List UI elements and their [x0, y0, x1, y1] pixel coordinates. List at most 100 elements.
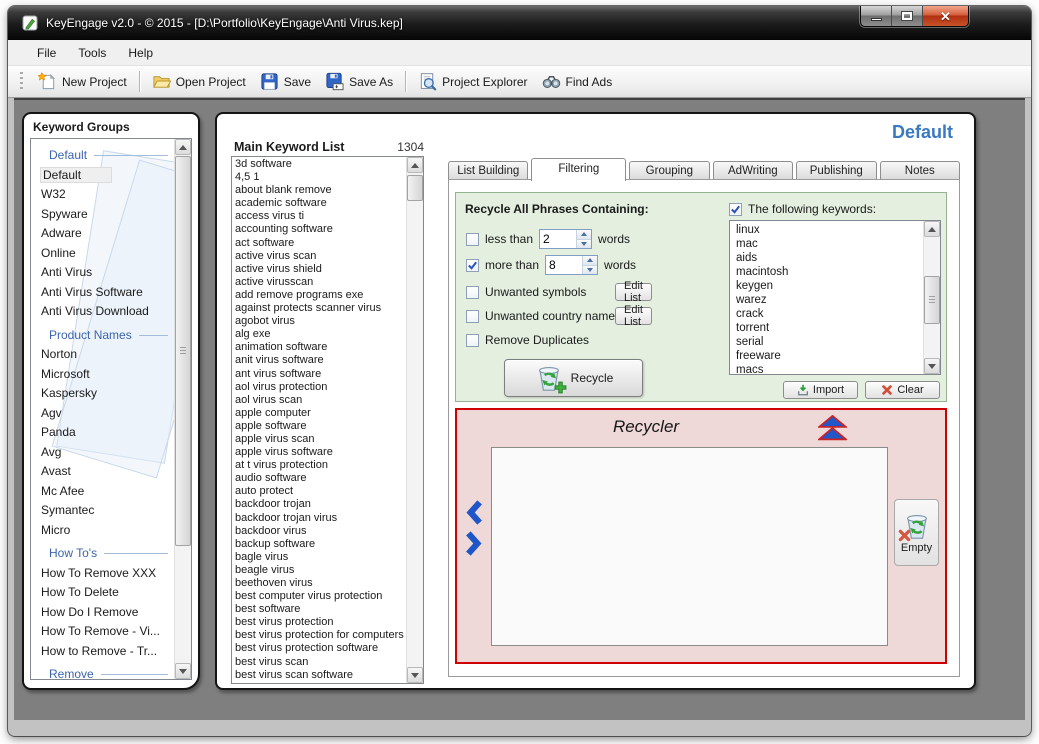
remove-duplicates-checkbox[interactable]: [466, 334, 479, 347]
keyword-group-row[interactable]: Norton: [35, 345, 174, 365]
keyword-list-item[interactable]: aol virus protection: [235, 381, 406, 394]
spin-down-button[interactable]: [583, 266, 597, 275]
tab[interactable]: List Building: [448, 161, 528, 180]
keyword-list-item[interactable]: agobot virus: [235, 315, 406, 328]
keyword-list-item[interactable]: best virus protection: [235, 616, 406, 629]
scroll-down-button[interactable]: [407, 667, 423, 683]
filter-keyword-item[interactable]: aids: [736, 251, 923, 265]
more-than-input[interactable]: [546, 256, 582, 274]
keyword-list-item[interactable]: best virus scan: [235, 656, 406, 669]
filter-keyword-item[interactable]: torrent: [736, 321, 923, 335]
less-than-input[interactable]: [540, 230, 576, 248]
keyword-group-row[interactable]: Default: [35, 146, 174, 166]
keyword-group-row[interactable]: Microsoft: [35, 365, 174, 385]
filter-keyword-item[interactable]: keygen: [736, 279, 923, 293]
filter-keywords-scrollbar[interactable]: [923, 221, 940, 374]
scroll-down-button[interactable]: [175, 663, 191, 679]
menu-help[interactable]: Help: [117, 42, 164, 64]
keyword-list-item[interactable]: anit virus software: [235, 354, 406, 367]
keyword-list-item[interactable]: alg exe: [235, 328, 406, 341]
keyword-list-item[interactable]: apple software: [235, 420, 406, 433]
keyword-list-item[interactable]: act software: [235, 237, 406, 250]
keyword-group-row[interactable]: How Do I Remove: [35, 603, 174, 623]
tab[interactable]: AdWriting: [713, 161, 793, 180]
filter-keyword-item[interactable]: macintosh: [736, 265, 923, 279]
menu-file[interactable]: File: [26, 42, 67, 64]
keyword-list-item[interactable]: active virus shield: [235, 263, 406, 276]
recycler-listbox[interactable]: [491, 447, 888, 646]
keyword-group-row[interactable]: How To Remove XXX: [35, 564, 174, 584]
tab[interactable]: Grouping: [629, 161, 709, 180]
title-bar[interactable]: KeyEngage v2.0 - © 2015 - [D:\Portfolio\…: [8, 6, 1031, 40]
keyword-list-item[interactable]: at t virus protection: [235, 459, 406, 472]
keyword-list-item[interactable]: against protects scanner virus: [235, 302, 406, 315]
keyword-list-item[interactable]: apple virus software: [235, 446, 406, 459]
keyword-group-row[interactable]: How To Delete: [35, 583, 174, 603]
tab[interactable]: Filtering: [531, 158, 626, 181]
tab[interactable]: Notes: [880, 161, 960, 180]
keyword-group-row[interactable]: Avg: [35, 443, 174, 463]
keyword-list-item[interactable]: 4,5 1: [235, 171, 406, 184]
keyword-group-row[interactable]: Agv: [35, 404, 174, 424]
import-button[interactable]: Import: [783, 381, 858, 399]
keyword-group-row[interactable]: Product Names: [35, 326, 174, 346]
project-explorer-button[interactable]: Project Explorer: [411, 69, 534, 94]
keyword-group-row[interactable]: Adware: [35, 224, 174, 244]
spin-up-button[interactable]: [577, 230, 591, 240]
maximize-button[interactable]: [892, 6, 923, 26]
collapse-up-icon[interactable]: [818, 415, 847, 442]
keyword-group-row[interactable]: Online: [35, 244, 174, 264]
edit-countries-list-button[interactable]: Edit List: [615, 307, 652, 325]
keyword-list-item[interactable]: best virus protection software: [235, 642, 406, 655]
keyword-group-row[interactable]: Default: [35, 166, 174, 186]
keyword-list-item[interactable]: bagle virus: [235, 551, 406, 564]
following-keywords-checkbox[interactable]: [729, 203, 742, 216]
save-button[interactable]: Save: [253, 69, 318, 94]
unwanted-countries-checkbox[interactable]: [466, 310, 479, 323]
new-project-button[interactable]: New Project: [31, 69, 134, 94]
move-left-icon[interactable]: [465, 500, 483, 525]
scroll-up-button[interactable]: [407, 157, 423, 173]
keyword-group-row[interactable]: Anti Virus Download: [35, 302, 174, 322]
keyword-list-item[interactable]: animation software: [235, 341, 406, 354]
keyword-list-item[interactable]: best software: [235, 603, 406, 616]
keyword-group-row[interactable]: Remove: [35, 665, 174, 679]
keyword-group-row[interactable]: Micro: [35, 521, 174, 541]
scroll-down-button[interactable]: [924, 358, 940, 374]
more-than-checkbox[interactable]: [466, 259, 479, 272]
main-list-scrollbar[interactable]: [406, 157, 423, 683]
keyword-group-row[interactable]: How To's: [35, 544, 174, 564]
filter-keyword-item[interactable]: mac: [736, 237, 923, 251]
keyword-group-row[interactable]: Anti Virus Software: [35, 283, 174, 303]
keyword-list-item[interactable]: best virus scan software: [235, 669, 406, 682]
keyword-group-row[interactable]: Anti Virus: [35, 263, 174, 283]
move-right-icon[interactable]: [465, 531, 483, 556]
keyword-list-item[interactable]: beethoven virus: [235, 577, 406, 590]
keyword-list-item[interactable]: backdoor trojan: [235, 498, 406, 511]
keyword-list-item[interactable]: apple virus scan: [235, 433, 406, 446]
keyword-list-item[interactable]: best computer virus protection: [235, 590, 406, 603]
keyword-list-item[interactable]: 3d software: [235, 158, 406, 171]
scroll-up-button[interactable]: [924, 221, 940, 237]
keyword-list-item[interactable]: best virus protection for computers: [235, 629, 406, 642]
keyword-group-row[interactable]: Avast: [35, 462, 174, 482]
keyword-list-item[interactable]: beagle virus: [235, 564, 406, 577]
keyword-list-item[interactable]: add remove programs exe: [235, 289, 406, 302]
edit-symbols-list-button[interactable]: Edit List: [615, 283, 652, 301]
keyword-group-row[interactable]: W32: [35, 185, 174, 205]
keyword-list-item[interactable]: about blank remove: [235, 184, 406, 197]
filter-keyword-item[interactable]: serial: [736, 335, 923, 349]
unwanted-symbols-checkbox[interactable]: [466, 286, 479, 299]
keyword-list-item[interactable]: ant virus software: [235, 368, 406, 381]
filter-keyword-item[interactable]: macs: [736, 363, 923, 374]
recycle-button[interactable]: Recycle: [504, 359, 643, 397]
less-than-checkbox[interactable]: [466, 233, 479, 246]
keyword-list-item[interactable]: backup software: [235, 538, 406, 551]
empty-recycler-button[interactable]: Empty: [894, 499, 939, 566]
keyword-group-row[interactable]: Spyware: [35, 205, 174, 225]
tab[interactable]: Publishing: [796, 161, 876, 180]
filter-keyword-item[interactable]: warez: [736, 293, 923, 307]
filter-keyword-item[interactable]: crack: [736, 307, 923, 321]
keyword-list-item[interactable]: backdoor virus: [235, 525, 406, 538]
clear-button[interactable]: Clear: [865, 381, 940, 399]
